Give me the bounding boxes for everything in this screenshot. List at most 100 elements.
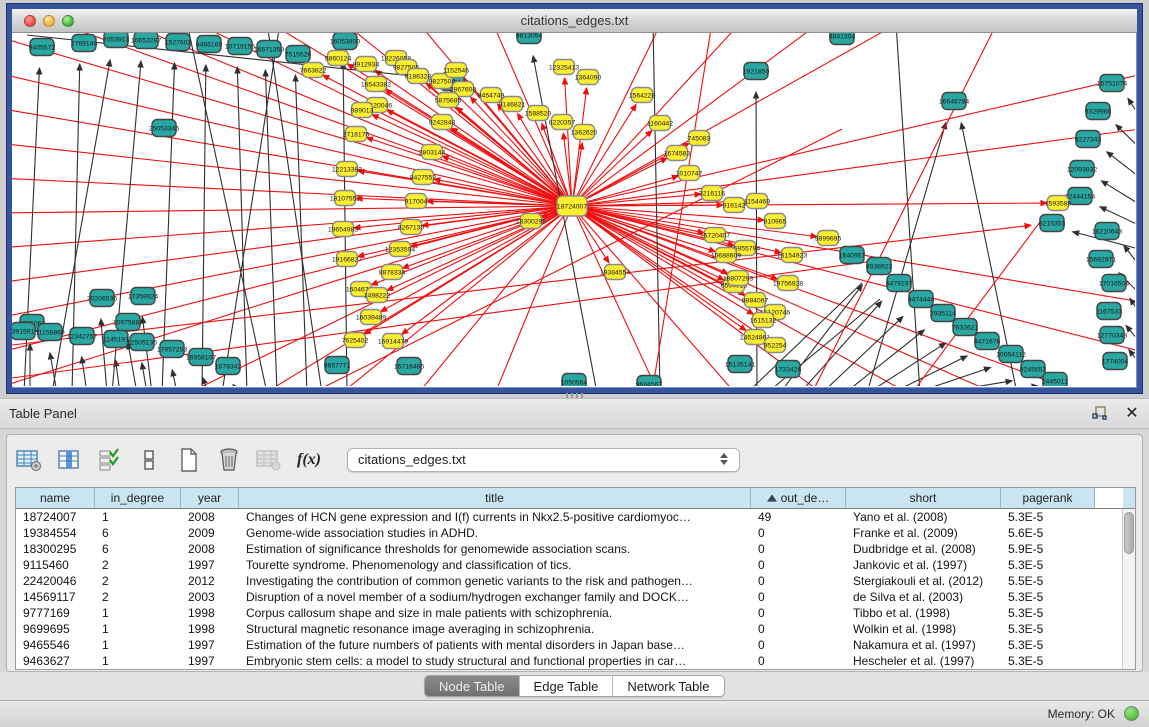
table-row[interactable]: 1456911722003Disruption of a novel membe… bbox=[16, 589, 1135, 605]
graph-node-label: 1152546 bbox=[443, 67, 469, 74]
table-cell: 2008 bbox=[181, 509, 239, 525]
graph-edge[interactable] bbox=[867, 123, 946, 386]
graph-node-label: 19384554 bbox=[600, 269, 630, 276]
column-header-title[interactable]: title bbox=[239, 488, 751, 508]
select-columns-icon[interactable] bbox=[95, 446, 123, 474]
table-row[interactable]: 969969511998Structural magnetic resonanc… bbox=[16, 621, 1135, 637]
graph-edge[interactable] bbox=[822, 317, 903, 386]
window-title: citations_edges.txt bbox=[12, 9, 1137, 33]
graph-node-label: 12505135 bbox=[127, 339, 157, 346]
column-header-short[interactable]: short bbox=[846, 488, 1001, 508]
graph-edge[interactable] bbox=[372, 115, 572, 206]
close-panel-icon[interactable]: ✕ bbox=[1123, 404, 1141, 422]
table-row[interactable]: 1938455462009Genome-wide association stu… bbox=[16, 525, 1135, 541]
table-cell: 0 bbox=[751, 557, 846, 573]
graph-node-label: 9899695 bbox=[815, 235, 842, 242]
graph-node-label: 917004 bbox=[405, 198, 428, 205]
graph-edge[interactable] bbox=[1101, 181, 1135, 209]
table-row[interactable]: 1872400712008Changes of HCN gene express… bbox=[16, 509, 1135, 525]
graph-node-label: 17359924 bbox=[128, 293, 158, 300]
graph-node-label: 7632621 bbox=[952, 324, 979, 331]
function-builder-icon[interactable]: f(x) bbox=[295, 446, 323, 474]
table-row[interactable]: 946554611997Estimation of the future num… bbox=[16, 637, 1135, 653]
network-view-window[interactable]: citations_edges.txt 94055722769140205391… bbox=[7, 4, 1142, 393]
graph-edge[interactable] bbox=[1126, 325, 1135, 351]
column-header-in_degree[interactable]: in_degree bbox=[95, 488, 181, 508]
table-mode-icon[interactable] bbox=[15, 446, 43, 474]
table-cell: 0 bbox=[751, 589, 846, 605]
graph-edge[interactable] bbox=[1107, 152, 1135, 183]
graph-edge[interactable] bbox=[101, 319, 107, 386]
new-column-icon[interactable] bbox=[175, 446, 203, 474]
table-row[interactable]: 2242004622012Investigating the contribut… bbox=[16, 573, 1135, 589]
graph-edge[interactable] bbox=[142, 363, 147, 386]
graph-edge[interactable] bbox=[12, 206, 572, 353]
table-cell: Hescheler et al. (1997) bbox=[846, 653, 1001, 669]
scrollbar-thumb[interactable] bbox=[1124, 512, 1134, 554]
table-cell: 5.3E-5 bbox=[1001, 589, 1095, 605]
graph-node-label: 1588520 bbox=[525, 110, 552, 117]
network-canvas[interactable]: 9405572276914020539131065328715276026466… bbox=[12, 33, 1135, 386]
graph-edge[interactable] bbox=[845, 330, 924, 386]
table-row[interactable]: 1830029562008Estimation of significance … bbox=[16, 541, 1135, 557]
table-row[interactable]: 911546021997Tourette syndrome. Phenomeno… bbox=[16, 557, 1135, 573]
graph-node-label: 8267130 bbox=[398, 224, 425, 231]
graph-edge[interactable] bbox=[565, 78, 572, 206]
show-columns-icon[interactable] bbox=[55, 446, 83, 474]
graph-node-label: 7625402 bbox=[342, 337, 369, 344]
graph-edge[interactable] bbox=[1129, 350, 1135, 373]
tab-network-table[interactable]: Network Table bbox=[613, 676, 723, 696]
graph-node-label: 9694567 bbox=[636, 381, 663, 386]
graph-edge[interactable] bbox=[572, 206, 716, 252]
graph-edge[interactable] bbox=[202, 65, 206, 386]
graph-node-label: 1527602 bbox=[165, 39, 192, 46]
graph-edge[interactable] bbox=[915, 368, 991, 386]
row-height-icon[interactable] bbox=[135, 446, 163, 474]
column-header-out_de…[interactable]: out_de… bbox=[751, 488, 846, 508]
graph-edge[interactable] bbox=[203, 377, 208, 386]
table-row[interactable]: 977716911998Corpus callosum shape and si… bbox=[16, 605, 1135, 621]
tab-edge-table[interactable]: Edge Table bbox=[520, 676, 614, 696]
graph-node-label: 18300295 bbox=[516, 218, 546, 225]
graph-node-label: 16039489 bbox=[356, 314, 386, 321]
table-cell: Disruption of a novel member of a sodium… bbox=[239, 589, 751, 605]
delete-column-icon[interactable] bbox=[215, 446, 243, 474]
table-row[interactable]: 946362711997Embryonic stem cells: a mode… bbox=[16, 653, 1135, 669]
graph-edge[interactable] bbox=[572, 88, 587, 206]
column-header-name[interactable]: name bbox=[16, 488, 95, 508]
table-cell: 0 bbox=[751, 573, 846, 589]
float-panel-icon[interactable] bbox=[1091, 404, 1109, 422]
vertical-scrollbar[interactable] bbox=[1122, 509, 1135, 669]
tab-node-table[interactable]: Node Table bbox=[425, 676, 520, 696]
graph-node-label: 12325413 bbox=[549, 64, 579, 71]
table-cell: 2 bbox=[95, 589, 181, 605]
graph-edge[interactable] bbox=[1116, 125, 1135, 155]
graph-edge[interactable] bbox=[1130, 298, 1135, 325]
graph-edge[interactable] bbox=[896, 33, 920, 386]
graph-node-label: 1167533 bbox=[1096, 308, 1122, 315]
graph-edge[interactable] bbox=[653, 33, 660, 386]
table-selector-dropdown[interactable]: citations_edges.txt bbox=[347, 448, 740, 472]
graph-edge[interactable] bbox=[1128, 98, 1135, 128]
table-cell: 5.3E-5 bbox=[1001, 605, 1095, 621]
table-cell: 5.3E-5 bbox=[1001, 637, 1095, 653]
graph-node-label: 1640957 bbox=[839, 252, 866, 259]
graph-node-label: 3216116 bbox=[699, 190, 725, 197]
table-cell: Changes of HCN gene expression and I(f) … bbox=[239, 509, 751, 525]
table-cell: 18300295 bbox=[16, 541, 95, 557]
graph-edge[interactable] bbox=[172, 370, 177, 386]
graph-edge[interactable] bbox=[82, 357, 87, 386]
status-bar: Memory: OK bbox=[0, 700, 1149, 727]
column-header-pagerank[interactable]: pagerank bbox=[1001, 488, 1095, 508]
graph-node-label: 18807293 bbox=[723, 275, 753, 282]
window-titlebar[interactable]: citations_edges.txt bbox=[12, 9, 1137, 33]
graph-edge[interactable] bbox=[366, 137, 572, 206]
graph-node-label: 8220357 bbox=[549, 119, 576, 126]
column-header-year[interactable]: year bbox=[181, 488, 239, 508]
table-cell: 5.3E-5 bbox=[1001, 653, 1095, 669]
graph-edge[interactable] bbox=[233, 384, 240, 386]
import-table-icon[interactable] bbox=[255, 446, 283, 474]
graph-edge[interactable] bbox=[1124, 246, 1135, 275]
table-cell: Genome-wide association studies in ADHD. bbox=[239, 525, 751, 541]
graph-edge[interactable] bbox=[237, 67, 247, 386]
